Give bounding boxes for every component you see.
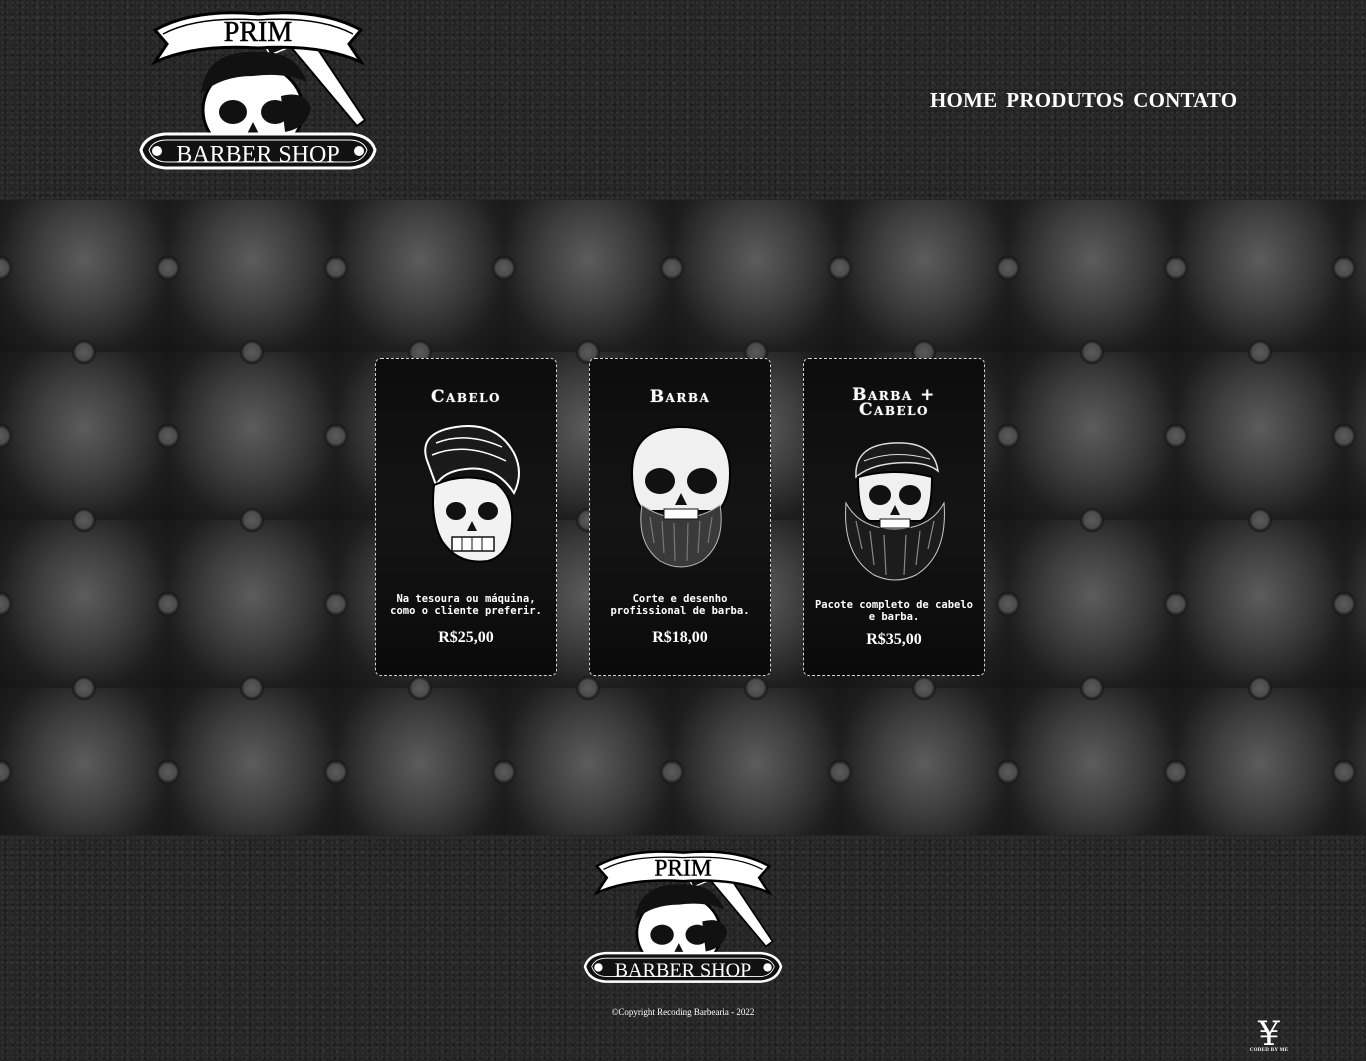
logo-bottom-text: BARBER SHOP [615,960,752,982]
footer-barbershop-logo: PRIM BARBER SHOP [580,843,786,1003]
card-price: R$35,00 [866,631,922,648]
card-title: Barba + Cabelo [852,385,936,420]
hair-beard-skull-icon [845,442,945,581]
card-title: Cabelo [430,387,502,407]
skull-razor-logo-icon: PRIM BARBER SHOP [580,843,786,1003]
card-price: R$25,00 [438,629,494,646]
pompadour-skull-icon [424,425,520,563]
bearded-skull-icon [630,425,732,568]
card-description: Na tesoura ou máquina, como o cliente pr… [390,593,542,617]
skull-razor-logo-icon: PRIM BARBER SHOP [135,10,381,186]
card-description: Pacote completo de cabelo e barba. [814,599,974,623]
site-header: PRIM BARBER SHOP HOME PRODUTOS CONTATO [0,0,1366,200]
signature-text: CODED BY ME [1249,1048,1289,1053]
product-card-cabelo[interactable]: Cabelo Na tesoura ou máquina, como o cli… [375,358,557,676]
barbershop-logo[interactable]: PRIM BARBER SHOP [135,10,381,186]
copyright-text: ©Copyright Recoding Barbearia - 2022 [611,1007,755,1017]
main-nav: HOME PRODUTOS CONTATO [930,88,1237,113]
nav-produtos[interactable]: PRODUTOS [1006,88,1124,113]
card-description: Corte e desenho profissional de barba. [610,593,750,617]
nav-home[interactable]: HOME [930,88,997,113]
coder-signature: ¥ CODED BY ME [1246,1014,1292,1054]
product-card-barba[interactable]: Barba Corte e desenho profissional de ba… [589,358,771,676]
product-cards: Cabelo Na tesoura ou máquina, como o cli… [375,358,985,676]
logo-bottom-text: BARBER SHOP [176,142,339,168]
card-price: R$18,00 [652,629,708,646]
nav-contato[interactable]: CONTATO [1133,88,1237,113]
yen-signature-icon: ¥ [1258,1014,1280,1054]
product-card-barba-cabelo[interactable]: Barba + Cabelo Pacote completo de cabelo… [803,358,985,676]
card-title: Barba [649,387,711,407]
logo-top-text: PRIM [654,855,711,881]
logo-top-text: PRIM [224,17,293,48]
